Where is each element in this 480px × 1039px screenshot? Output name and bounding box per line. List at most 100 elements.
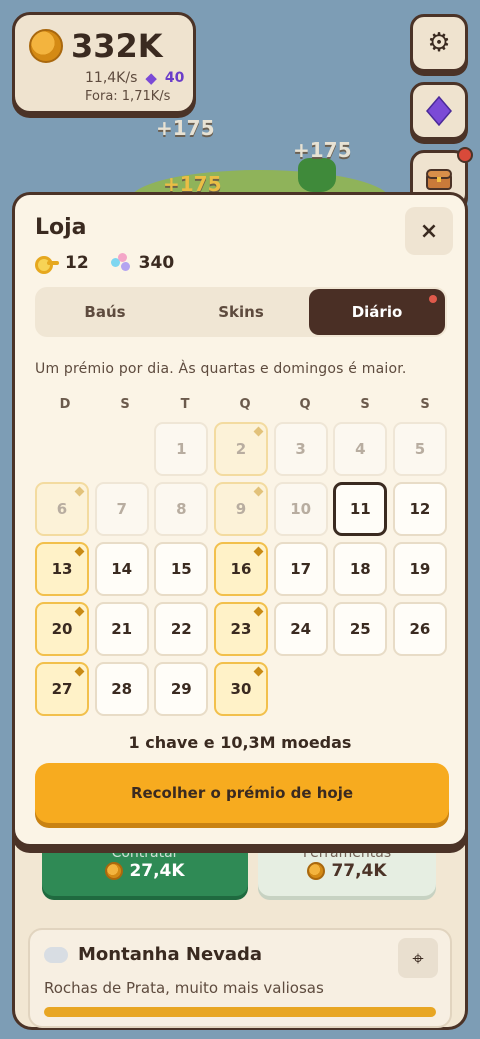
- calendar-day: 30: [213, 662, 268, 716]
- tab-label: Baús: [84, 303, 126, 321]
- hire-cost: 27,4K: [129, 861, 185, 881]
- day-number: 30: [230, 680, 252, 698]
- notification-dot: [457, 147, 473, 163]
- key-icon: [35, 255, 59, 274]
- calendar-day: 2: [213, 422, 268, 476]
- tab-skins[interactable]: Skins: [173, 289, 309, 335]
- calendar-day: 25: [333, 602, 388, 656]
- bonus-badge-icon: [253, 486, 264, 497]
- gems-shop-button[interactable]: [410, 82, 468, 140]
- calendar-day: 17: [273, 542, 328, 596]
- tab-label: Skins: [218, 303, 264, 321]
- notification-dot: [429, 295, 437, 303]
- keys-value: 12: [65, 253, 89, 273]
- calendar-day-today[interactable]: 11: [333, 482, 388, 536]
- cloud-icon: [44, 946, 68, 963]
- calendar-day: 5: [392, 422, 447, 476]
- area-title: Montanha Nevada: [78, 944, 263, 965]
- offline-rate: Fora: 1,71K/s: [85, 89, 171, 104]
- day-number: 20: [51, 620, 73, 638]
- calendar-day: 3: [273, 422, 328, 476]
- calendar-day: 20: [35, 602, 89, 656]
- calendar-grid: 1 2 3 4 5 6 7 8 9 10 11 12 13 14 15 16 17 18 19 20 21 22 23 24 2…: [35, 422, 447, 716]
- calendar-day: 12: [392, 482, 447, 536]
- calendar-day: 4: [333, 422, 388, 476]
- close-icon: ×: [419, 218, 439, 244]
- bonus-badge-icon: [253, 426, 264, 437]
- calendar-day: 14: [94, 542, 149, 596]
- area-description: Rochas de Prata, muito mais valiosas: [44, 979, 324, 997]
- day-number: 16: [230, 560, 252, 578]
- diamond-icon: [426, 96, 452, 126]
- currency-row: 12 340: [35, 253, 186, 274]
- tab-chests[interactable]: Baús: [37, 289, 173, 335]
- daily-info-text: Um prémio por dia. Às quartas e domingos…: [35, 361, 407, 377]
- area-card: Montanha Nevada Rochas de Prata, muito m…: [28, 928, 452, 1028]
- weekday-label: S: [360, 397, 370, 412]
- weekday-header: D S T Q Q S S: [35, 397, 447, 412]
- day-number: 17: [290, 560, 312, 578]
- calendar-day: 15: [154, 542, 209, 596]
- day-number: 21: [111, 620, 133, 638]
- target-icon: ⌖: [412, 946, 424, 970]
- day-number: 28: [111, 680, 133, 698]
- day-number: 25: [349, 620, 371, 638]
- gems-icon: [110, 253, 133, 273]
- day-number: 22: [170, 620, 192, 638]
- calendar-day: 10: [273, 482, 328, 536]
- calendar-day: 18: [333, 542, 388, 596]
- today-reward-text: 1 chave e 10,3M moedas: [128, 733, 352, 752]
- calendar-day: 24: [273, 602, 328, 656]
- collect-reward-button[interactable]: Recolher o prémio de hoje: [35, 763, 449, 823]
- day-number: 7: [116, 500, 127, 518]
- tab-label: Diário: [351, 303, 403, 321]
- day-number: 14: [111, 560, 133, 578]
- day-number: 8: [176, 500, 187, 518]
- day-number: 15: [170, 560, 192, 578]
- calendar-day: 21: [94, 602, 149, 656]
- coin-icon: [29, 29, 63, 63]
- shop-gems-value: 340: [138, 253, 175, 273]
- day-number: 5: [414, 440, 426, 458]
- weekday-label: Q: [239, 397, 251, 412]
- bonus-badge-icon: [253, 546, 264, 557]
- gear-icon: ⚙: [427, 28, 451, 58]
- weekday-label: T: [180, 397, 190, 412]
- close-button[interactable]: ×: [405, 207, 453, 255]
- modal-title: Loja: [35, 215, 87, 240]
- calendar-day: 6: [35, 482, 89, 536]
- day-number: 23: [230, 620, 252, 638]
- day-number: 26: [409, 620, 431, 638]
- day-number: 19: [409, 560, 431, 578]
- weekday-label: S: [120, 397, 130, 412]
- calendar-day: 26: [392, 602, 447, 656]
- bonus-badge-icon: [253, 666, 264, 677]
- bonus-badge-icon: [74, 486, 85, 497]
- shop-modal: Loja × 12 340 Baús Skins Diário Um prémi…: [12, 192, 468, 847]
- hire-label: Contratar: [111, 845, 179, 861]
- settings-button[interactable]: ⚙: [410, 14, 468, 72]
- floating-reward: +175: [293, 138, 352, 162]
- calendar-day: 29: [154, 662, 209, 716]
- chest-icon: [426, 169, 452, 190]
- day-number: 4: [355, 440, 366, 458]
- calendar-day: 22: [154, 602, 209, 656]
- gem-icon: ◆: [145, 69, 157, 87]
- calendar-day: 1: [154, 422, 209, 476]
- day-number: 27: [51, 680, 73, 698]
- day-number: 1: [176, 440, 187, 458]
- shop-tabs: Baús Skins Diário: [35, 287, 447, 337]
- calendar-day: 16: [213, 542, 268, 596]
- day-number: 29: [170, 680, 192, 698]
- calendar-day: 19: [392, 542, 447, 596]
- locate-button[interactable]: ⌖: [398, 938, 438, 978]
- coin-icon: [105, 862, 124, 880]
- weekday-label: D: [59, 397, 71, 412]
- day-number: 3: [295, 440, 306, 458]
- day-number: 18: [349, 560, 371, 578]
- bonus-badge-icon: [74, 666, 85, 677]
- weekday-label: Q: [299, 397, 311, 412]
- tab-daily[interactable]: Diário: [309, 289, 445, 335]
- calendar-day: 28: [94, 662, 149, 716]
- day-number: 12: [409, 500, 431, 518]
